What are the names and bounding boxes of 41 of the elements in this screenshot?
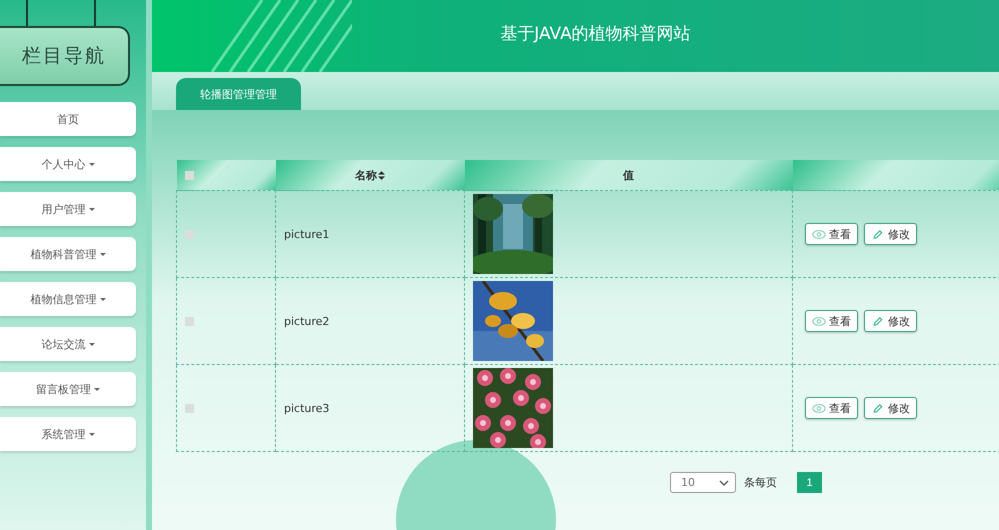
pencil-icon (871, 402, 885, 414)
menu-item[interactable]: 植物科普管理 (0, 237, 136, 271)
column-title[interactable]: 值 (623, 168, 634, 182)
view-button[interactable]: 查看 (805, 397, 858, 419)
edit-button[interactable]: 修改 (864, 310, 917, 332)
pencil-icon (871, 228, 885, 240)
menu-item[interactable]: 用户管理 (0, 192, 136, 226)
caret-icon (100, 252, 106, 256)
page-size-select[interactable]: 10 (670, 472, 736, 493)
page-size-label: 条每页 (744, 475, 777, 490)
eye-icon (812, 402, 826, 414)
checkbox[interactable] (185, 230, 194, 239)
site-title: 基于JAVA的植物科普网站 (500, 22, 691, 44)
caret-icon (100, 298, 106, 300)
column-title[interactable]: 名称 (355, 168, 377, 182)
menu-item[interactable]: 留言板管理 (0, 372, 136, 406)
checkbox[interactable] (185, 316, 194, 326)
menu-item[interactable]: 系统管理 (0, 417, 136, 451)
sidebar-title: 栏目导航 (0, 26, 130, 86)
view-button[interactable]: 查看 (805, 223, 858, 245)
checkbox[interactable] (184, 170, 194, 180)
menu-item[interactable]: 个人中心 (0, 147, 136, 181)
menu-item[interactable]: 首页 (0, 102, 136, 136)
table-cell: picture2 (276, 278, 464, 364)
sort-icon[interactable] (378, 170, 385, 180)
menu-item[interactable]: 论坛交流 (0, 327, 136, 361)
chevron-down-icon (719, 480, 729, 486)
caret-icon (88, 432, 94, 436)
caret-icon (88, 162, 94, 166)
view-button[interactable]: 查看 (805, 310, 858, 332)
checkbox[interactable] (185, 404, 194, 413)
pencil-icon (871, 316, 885, 326)
caret-icon (94, 388, 100, 390)
edit-button[interactable]: 修改 (864, 223, 917, 245)
edit-button[interactable]: 修改 (864, 397, 917, 419)
caret-icon (88, 342, 94, 346)
menu-item[interactable]: 植物信息管理 (0, 282, 136, 316)
eye-icon (812, 316, 826, 326)
eye-icon (812, 228, 826, 240)
caret-icon (88, 208, 94, 210)
table-cell: picture1 (276, 190, 464, 278)
